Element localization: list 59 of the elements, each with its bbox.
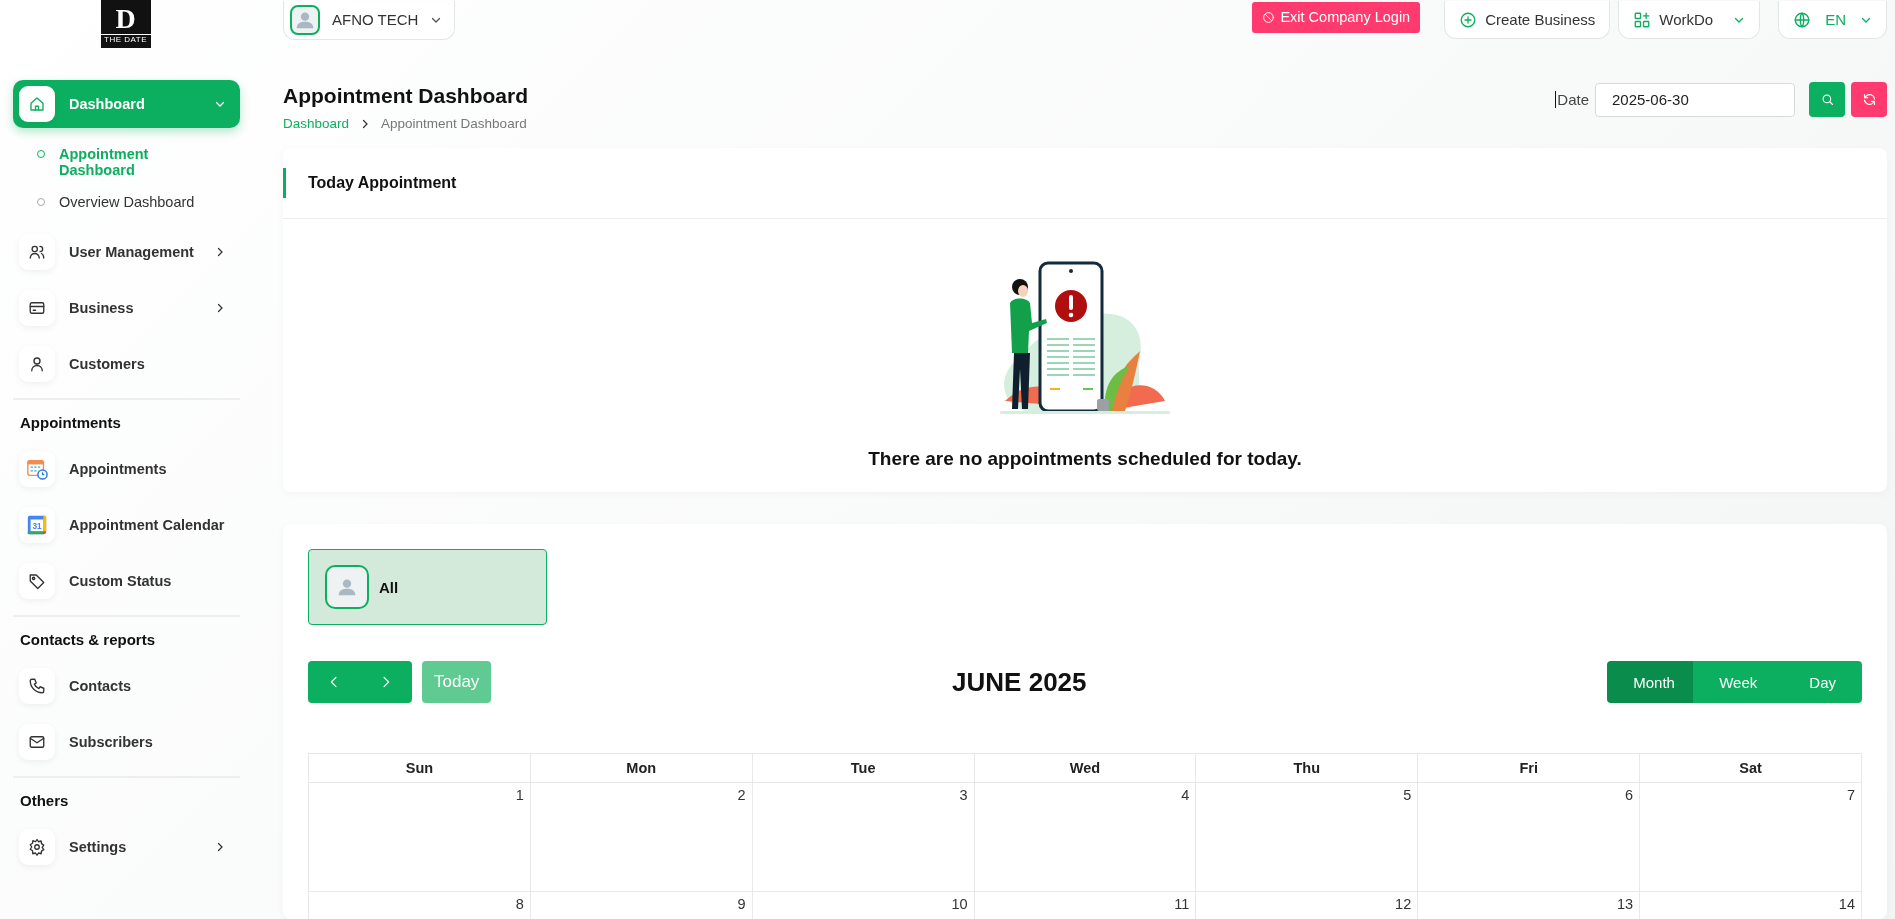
page-title: Appointment Dashboard <box>283 84 528 108</box>
view-tab[interactable]: Month <box>1607 661 1694 703</box>
home-icon <box>28 95 46 113</box>
section-heading: Contacts & reports <box>13 615 240 662</box>
breadcrumb-current: Appointment Dashboard <box>381 116 527 131</box>
day-cell[interactable]: 1 <box>308 782 531 892</box>
refresh-icon <box>1861 92 1877 107</box>
weekday-header: Sat <box>1639 753 1862 783</box>
day-cell[interactable]: 3 <box>752 782 975 892</box>
sidebar-item[interactable]: Custom Status <box>13 557 240 605</box>
date-field[interactable]: 2025-06-30 <box>1595 82 1795 117</box>
workspace-dropdown[interactable]: WorkDo <box>1618 1 1761 39</box>
settings-icon <box>28 838 46 856</box>
sidebar-item[interactable]: User Management <box>13 228 240 276</box>
tag-icon <box>28 572 46 590</box>
calendar-title: JUNE 2025 <box>952 666 1087 698</box>
weekday-header: Wed <box>974 753 1196 783</box>
day-cell[interactable]: 7 <box>1639 782 1862 892</box>
date-label: Date <box>1555 91 1589 108</box>
calendar-clock-icon <box>26 458 48 480</box>
company-selector[interactable]: AFNO TECH <box>283 0 456 40</box>
submenu-item[interactable]: Overview Dashboard <box>13 188 240 220</box>
weekday-header: Thu <box>1195 753 1418 783</box>
person-icon <box>28 355 46 373</box>
sidebar-item[interactable]: Business <box>13 284 240 332</box>
create-business-button[interactable]: Create Business <box>1444 1 1611 39</box>
plus-circle-icon <box>1459 10 1478 29</box>
day-cell[interactable]: 4 <box>974 782 1196 892</box>
mail-icon <box>28 733 46 751</box>
weekday-header: Mon <box>530 753 753 783</box>
calendar-icon: 31 <box>26 514 48 536</box>
refresh-button[interactable] <box>1851 82 1887 117</box>
sidebar-item[interactable]: 31 Appointment Calendar <box>13 501 240 549</box>
sidebar-item[interactable]: Contacts <box>13 662 240 710</box>
day-cell[interactable]: 6 <box>1417 782 1640 892</box>
section-heading: Appointments <box>13 398 240 445</box>
weekday-header: Tue <box>752 753 975 783</box>
sidebar-item[interactable]: Appointments <box>13 445 240 493</box>
apps-icon <box>1633 10 1652 29</box>
section-heading: Others <box>13 776 240 823</box>
users-icon <box>28 243 46 261</box>
empty-message: There are no appointments scheduled for today. <box>868 448 1302 470</box>
card-icon <box>28 299 46 317</box>
ban-icon <box>1262 10 1276 24</box>
sidebar-item[interactable]: Settings <box>13 823 240 871</box>
phone-icon <box>28 677 46 695</box>
day-cell[interactable]: 2 <box>530 782 753 892</box>
globe-icon <box>1793 10 1812 29</box>
filter-card[interactable]: All <box>308 549 547 625</box>
sidebar-item[interactable]: Customers <box>13 340 240 388</box>
day-cell[interactable]: 5 <box>1195 782 1418 892</box>
weekday-header: Sun <box>308 753 531 783</box>
avatar-icon <box>337 577 357 597</box>
card-title: Today Appointment <box>308 174 457 192</box>
sidebar-item[interactable]: Subscribers <box>13 718 240 766</box>
day-cell[interactable]: 8 <box>308 891 531 919</box>
weekday-header: Fri <box>1417 753 1640 783</box>
logo: D THE DATE <box>100 0 151 48</box>
search-button[interactable] <box>1809 82 1845 117</box>
